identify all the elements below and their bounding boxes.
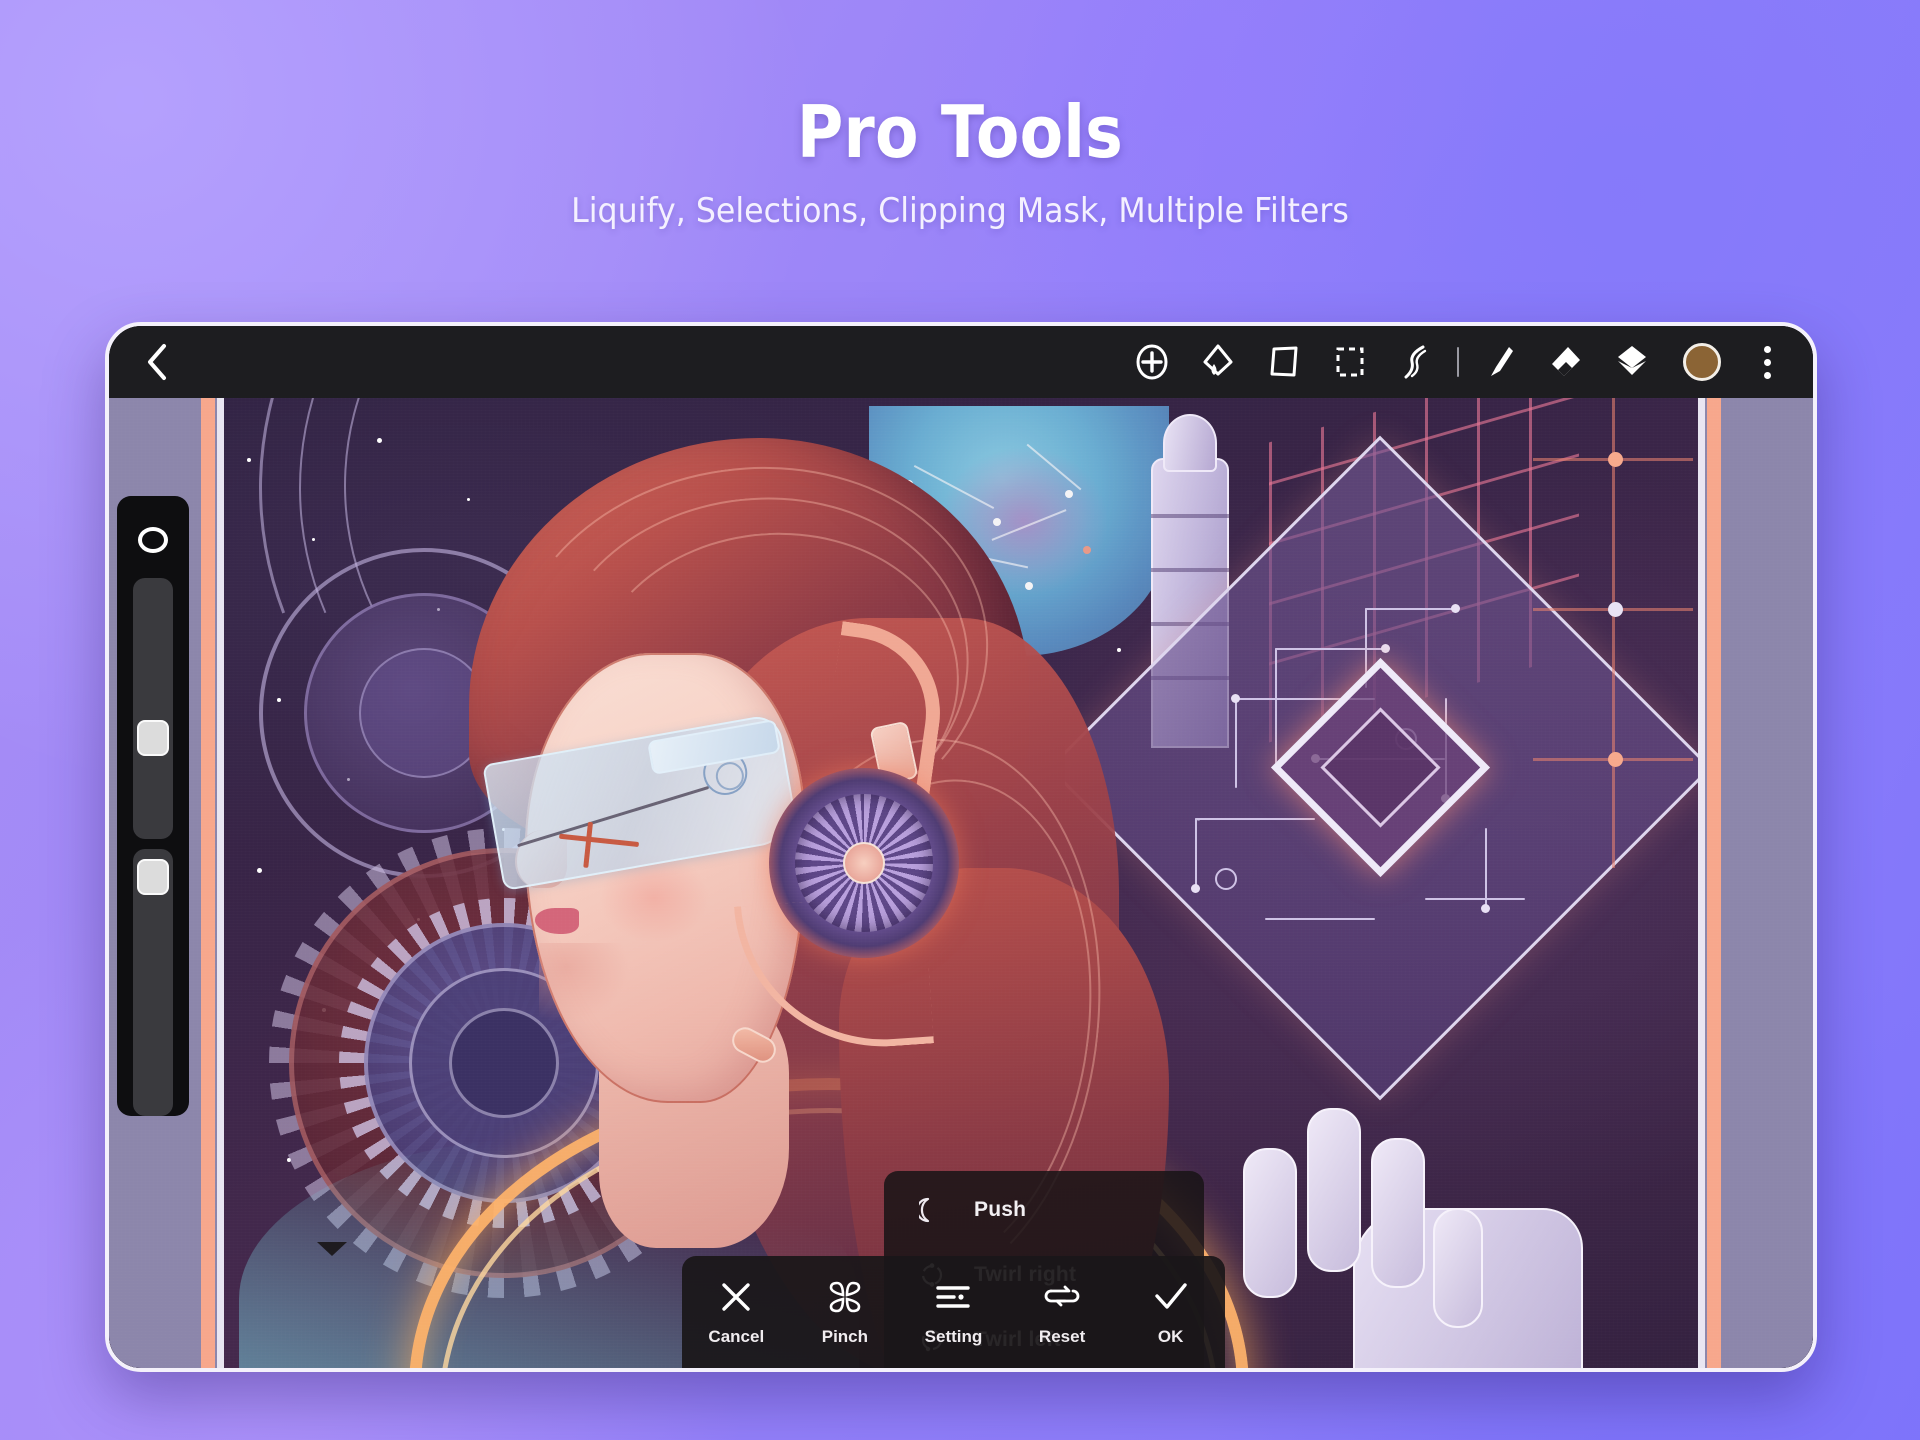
transform-icon bbox=[1270, 346, 1298, 377]
fill-icon bbox=[1203, 344, 1233, 376]
setting-button[interactable]: Setting bbox=[903, 1278, 1003, 1347]
liquify-icon bbox=[1404, 345, 1427, 379]
crescent-icon bbox=[918, 1196, 946, 1224]
cancel-button[interactable]: Cancel bbox=[686, 1278, 786, 1347]
add-button[interactable] bbox=[1119, 326, 1185, 398]
selection-button[interactable] bbox=[1317, 326, 1383, 398]
kebab-dot-icon bbox=[1763, 358, 1771, 366]
transform-button[interactable] bbox=[1251, 326, 1317, 398]
tablet-device-frame: Push Twirl right Twirl left bbox=[105, 322, 1817, 1372]
pinch-mode-button[interactable]: Pinch bbox=[795, 1278, 895, 1347]
slider-thumb[interactable] bbox=[137, 719, 169, 756]
check-icon bbox=[1151, 1278, 1191, 1316]
toolbar-tool-group bbox=[1119, 326, 1813, 398]
chevron-left-icon bbox=[148, 344, 166, 380]
layers-icon bbox=[1618, 346, 1646, 375]
button-label: Reset bbox=[1038, 1326, 1086, 1346]
loop-icon bbox=[1043, 1278, 1081, 1316]
page-subtitle: Liquify, Selections, Clipping Mask, Mult… bbox=[571, 191, 1349, 231]
brush-icon bbox=[1491, 347, 1513, 376]
brush-size-slider[interactable] bbox=[133, 577, 173, 839]
tablet-screen: Push Twirl right Twirl left bbox=[109, 326, 1813, 1368]
toolbar-divider bbox=[1457, 347, 1459, 377]
color-swatch bbox=[1683, 343, 1721, 381]
liquify-action-bar: Cancel Pinch Setting Reset OK bbox=[682, 1256, 1225, 1368]
ok-button[interactable]: OK bbox=[1121, 1278, 1221, 1347]
liquify-menu-item-push[interactable]: Push bbox=[884, 1177, 1204, 1242]
promo-header: Pro Tools Liquify, Selections, Clipping … bbox=[0, 0, 1920, 228]
button-label: Setting bbox=[924, 1326, 983, 1346]
brush-shape-button[interactable] bbox=[117, 512, 189, 568]
button-label: Pinch bbox=[821, 1326, 869, 1346]
brush-settings-rail bbox=[117, 496, 189, 1116]
pinch-icon bbox=[827, 1278, 863, 1316]
button-label: Cancel bbox=[708, 1326, 765, 1346]
layers-button[interactable] bbox=[1599, 326, 1665, 398]
close-icon bbox=[718, 1278, 754, 1316]
button-label: OK bbox=[1157, 1326, 1184, 1346]
app-toolbar bbox=[109, 326, 1813, 398]
kebab-dot-icon bbox=[1763, 371, 1771, 379]
color-swatch-button[interactable] bbox=[1665, 326, 1739, 398]
kebab-dot-icon bbox=[1763, 345, 1771, 353]
brush-button[interactable] bbox=[1467, 326, 1533, 398]
fill-button[interactable] bbox=[1185, 326, 1251, 398]
sliders-icon bbox=[934, 1278, 972, 1316]
page-title: Pro Tools bbox=[796, 90, 1124, 174]
eraser-button[interactable] bbox=[1533, 326, 1599, 398]
circle-icon bbox=[138, 526, 168, 553]
liquify-button[interactable] bbox=[1383, 326, 1449, 398]
bottom-bar-notch bbox=[317, 1242, 347, 1256]
back-button[interactable] bbox=[109, 326, 205, 398]
menu-item-label: Push bbox=[974, 1197, 1027, 1221]
opacity-slider[interactable] bbox=[133, 848, 173, 1116]
add-icon bbox=[1136, 344, 1168, 380]
eraser-icon bbox=[1552, 347, 1580, 376]
reset-button[interactable]: Reset bbox=[1012, 1278, 1112, 1347]
more-options-button[interactable] bbox=[1739, 326, 1795, 398]
selection-icon bbox=[1336, 347, 1364, 377]
slider-thumb[interactable] bbox=[137, 858, 169, 895]
